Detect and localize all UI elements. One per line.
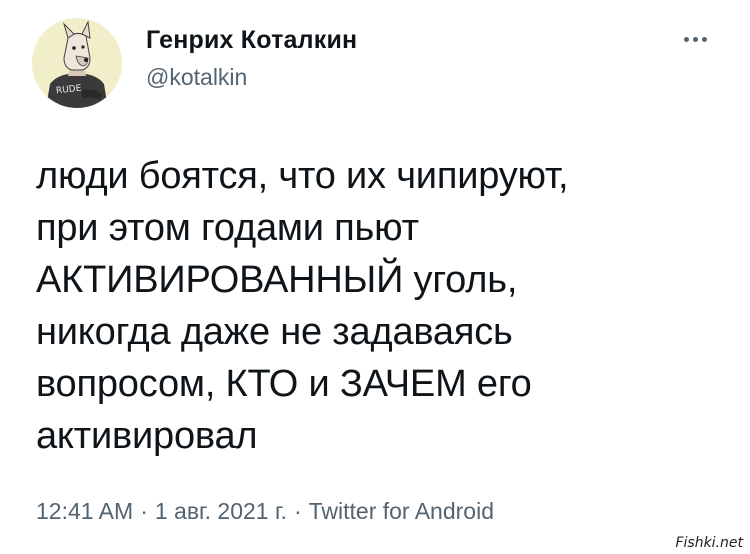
more-dots-icon bbox=[683, 36, 689, 42]
tweet-card: RUDE Генрих Коталкин @kotalkin люди боят… bbox=[0, 0, 750, 554]
more-dots-icon bbox=[701, 36, 707, 42]
watermark: Fishki.net bbox=[672, 534, 746, 552]
tweet-text: люди боятся, что их чипируют, при этом г… bbox=[36, 150, 726, 462]
tweet-text-line: при этом годами пьют bbox=[36, 207, 419, 249]
dog-avatar-icon bbox=[32, 18, 122, 108]
tweet-date[interactable]: 1 авг. 2021 г. bbox=[155, 498, 287, 524]
tweet-time[interactable]: 12:41 AM bbox=[36, 498, 133, 524]
tweet-text-line: никогда даже не задаваясь bbox=[36, 311, 513, 353]
avatar[interactable]: RUDE bbox=[32, 18, 122, 108]
tweet-text-line: АКТИВИРОВАННЫЙ уголь, bbox=[36, 259, 518, 301]
tweet-text-line: люди боятся, что их чипируют, bbox=[36, 155, 569, 197]
display-name[interactable]: Генрих Коталкин bbox=[146, 26, 357, 55]
meta-separator: · bbox=[293, 498, 302, 524]
tweet-source-link[interactable]: Twitter for Android bbox=[309, 498, 494, 524]
tweet-text-line: вопросом, КТО и ЗАЧЕМ его bbox=[36, 363, 532, 405]
meta-separator: · bbox=[140, 498, 148, 524]
more-dots-icon bbox=[692, 36, 698, 42]
user-handle[interactable]: @kotalkin bbox=[146, 64, 247, 91]
tweet-meta: 12:41 AM · 1 авг. 2021 г. · Twitter for Andr… bbox=[36, 498, 494, 525]
tweet-text-line: активировал bbox=[36, 415, 258, 457]
more-options-button[interactable] bbox=[670, 24, 720, 54]
